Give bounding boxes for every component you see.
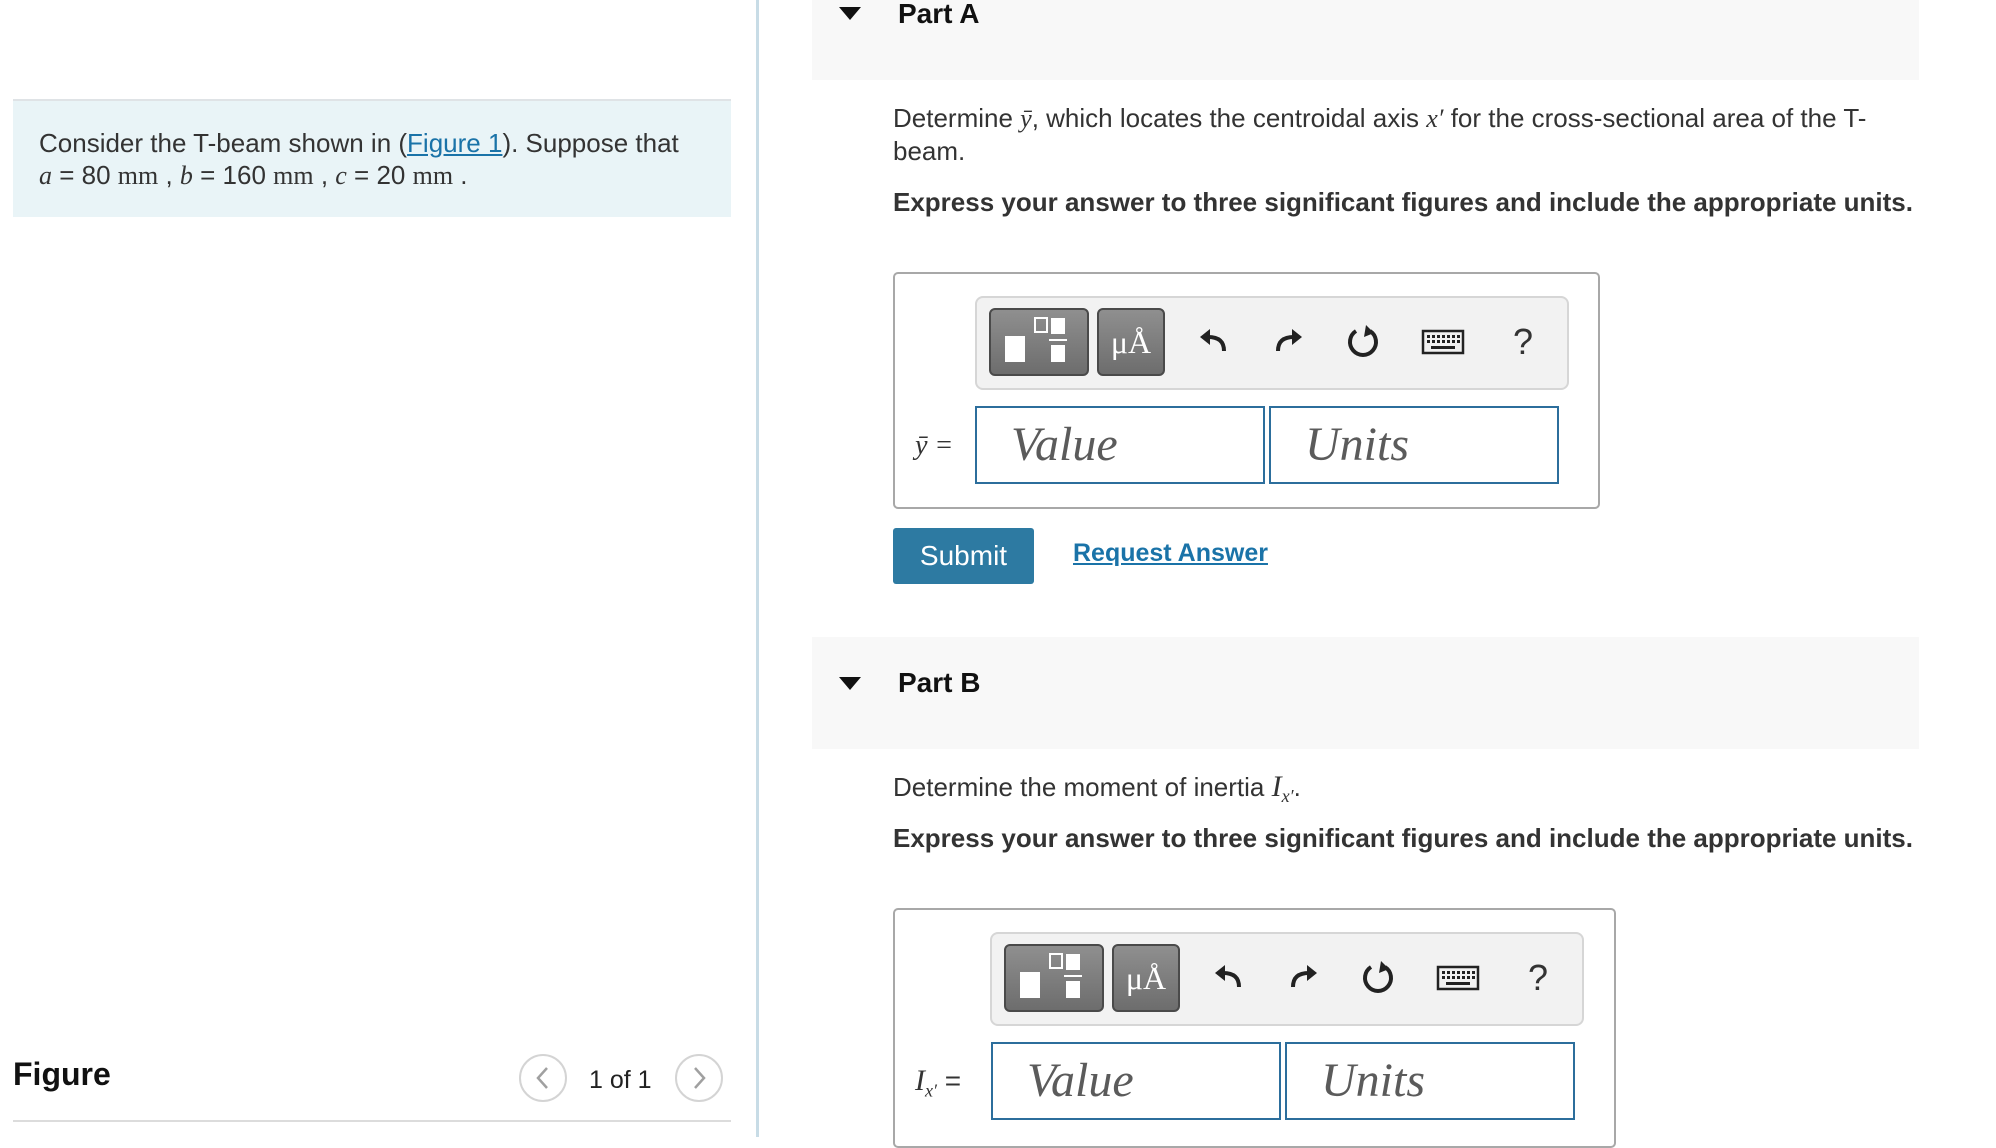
fraction-template-icon — [1020, 953, 1082, 998]
part-b-title: Part B — [898, 667, 981, 698]
chevron-left-icon — [536, 1067, 548, 1089]
question-text: Determine — [893, 103, 1021, 133]
unit-a: mm — [117, 161, 159, 190]
part-b-header[interactable]: Part B — [812, 637, 1919, 749]
redo-icon — [1291, 965, 1317, 988]
part-a-units-input[interactable]: Units — [1269, 406, 1559, 484]
part-a-toolbar: μÅ ? — [975, 296, 1569, 390]
part-a-header[interactable]: Part A — [812, 0, 1919, 80]
symbol-x-prime: x′ — [1426, 104, 1444, 133]
keyboard-button[interactable] — [1428, 954, 1488, 1002]
question-text: , which locates the centroidal axis — [1031, 103, 1427, 133]
units-button-label: μÅ — [1125, 960, 1167, 996]
problem-statement: Consider the T-beam shown in (Figure 1).… — [13, 99, 731, 217]
sentence-end: . — [453, 160, 468, 190]
unit-b: mm — [273, 161, 314, 190]
part-a-request-answer-link[interactable]: Request Answer — [1073, 539, 1268, 568]
next-figure-button[interactable] — [675, 1054, 723, 1102]
equals-sign: = — [936, 1065, 962, 1096]
keyboard-icon — [1436, 965, 1480, 991]
redo-button[interactable] — [1280, 954, 1328, 1002]
units-button-label: μÅ — [1110, 324, 1152, 360]
previous-figure-button[interactable] — [519, 1054, 567, 1102]
reset-button[interactable] — [1339, 318, 1387, 366]
symbol-I: I — [1271, 770, 1282, 803]
part-b-question: Determine the moment of inertia Ix′. — [893, 770, 1913, 813]
part-b-input-label: Ix′ = — [915, 1064, 961, 1102]
question-text: . — [1293, 772, 1301, 802]
part-a-title: Part A — [898, 0, 980, 29]
part-b-instruction: Express your answer to three significant… — [893, 823, 1913, 853]
left-pane: Consider the T-beam shown in (Figure 1).… — [0, 0, 758, 1137]
part-b-answer-box: μÅ ? Ix′ = Value Units — [893, 908, 1616, 1148]
collapse-caret-icon[interactable] — [839, 7, 861, 20]
reset-button[interactable] — [1354, 954, 1402, 1002]
fraction-template-icon — [1005, 317, 1067, 362]
chevron-right-icon — [694, 1067, 706, 1089]
unit-c: mm — [412, 161, 454, 190]
reset-icon — [1363, 961, 1393, 993]
ybar-equals-label: ȳ = — [915, 430, 954, 461]
part-a-submit-button[interactable]: Submit — [893, 528, 1034, 584]
figure-navigation: Figure 1 of 1 — [13, 1050, 731, 1122]
symbol-subscript-x-prime: x′ — [1281, 786, 1294, 807]
value-c: = 20 — [346, 160, 413, 190]
keyboard-button[interactable] — [1413, 318, 1473, 366]
part-b-units-input[interactable]: Units — [1285, 1042, 1575, 1120]
var-c: c — [335, 161, 347, 190]
symbol-I: I — [915, 1064, 925, 1097]
undo-button[interactable] — [1204, 954, 1252, 1002]
units-button[interactable]: μÅ — [1112, 944, 1180, 1012]
undo-button[interactable] — [1189, 318, 1237, 366]
problem-intro: Consider the T-beam shown in ( — [39, 128, 408, 158]
redo-button[interactable] — [1265, 318, 1313, 366]
help-button[interactable]: ? — [1499, 318, 1547, 366]
undo-icon — [1215, 965, 1241, 988]
symbol-subscript-x-prime: x′ — [925, 1080, 937, 1101]
part-b-value-input[interactable]: Value — [991, 1042, 1281, 1120]
help-button[interactable]: ? — [1514, 954, 1562, 1002]
redo-icon — [1276, 329, 1302, 352]
undo-icon — [1200, 329, 1226, 352]
part-b-toolbar: μÅ ? — [990, 932, 1584, 1026]
pane-divider[interactable] — [756, 0, 759, 1137]
separator: , — [313, 160, 336, 190]
problem-intro-end: ). Suppose that — [502, 128, 679, 158]
reset-icon — [1348, 325, 1378, 357]
part-a-value-input[interactable]: Value — [975, 406, 1265, 484]
part-a-answer-box: μÅ ? ȳ = Value Units — [893, 272, 1600, 509]
keyboard-icon — [1421, 329, 1465, 355]
separator: , — [158, 160, 180, 190]
part-a-instruction: Express your answer to three significant… — [893, 187, 1913, 217]
collapse-caret-icon[interactable] — [839, 677, 861, 690]
value-b: = 160 — [192, 160, 274, 190]
part-a-question: Determine ȳ, which locates the centroida… — [893, 102, 1913, 168]
part-a-input-label: ȳ = — [915, 429, 953, 462]
figure-page-count: 1 of 1 — [589, 1066, 652, 1094]
value-a: = 80 — [52, 160, 118, 190]
template-button[interactable] — [989, 308, 1089, 376]
var-a: a — [39, 161, 52, 190]
units-button[interactable]: μÅ — [1097, 308, 1165, 376]
figure-link[interactable]: Figure 1 — [407, 128, 502, 158]
template-button[interactable] — [1004, 944, 1104, 1012]
figure-label: Figure — [13, 1056, 111, 1092]
symbol-ybar: ȳ — [1020, 104, 1032, 133]
question-text: Determine the moment of inertia — [893, 772, 1272, 802]
var-b: b — [179, 161, 193, 190]
